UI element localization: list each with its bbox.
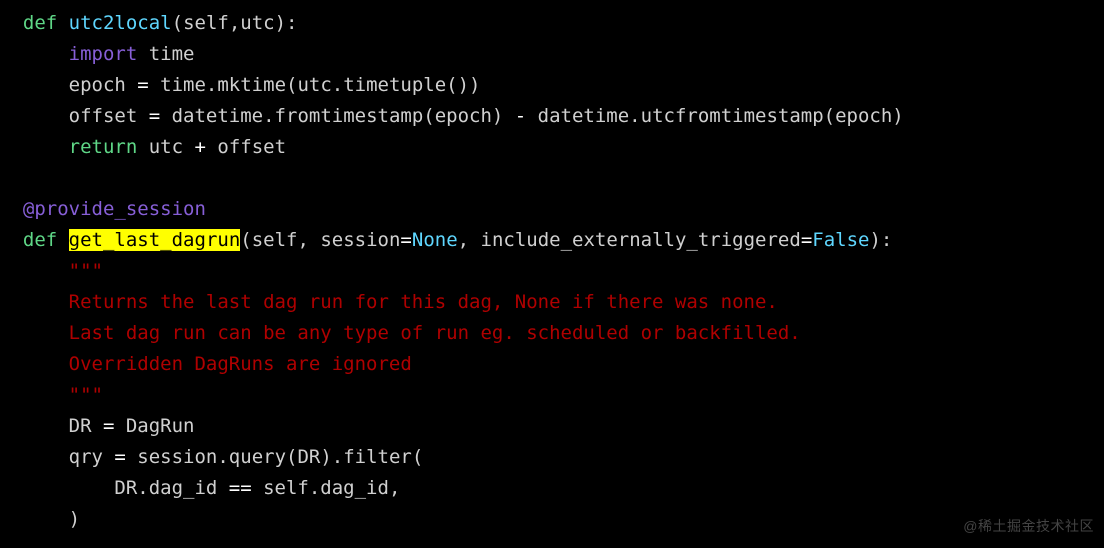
function-name-utc2local: utc2local (69, 12, 172, 34)
operator-eq: = (801, 229, 812, 251)
decorator-provide-session: @provide_session (23, 198, 206, 220)
value-false: False (812, 229, 869, 251)
operator-eq: = (149, 105, 160, 127)
code-text: offset (69, 105, 149, 127)
value-none: None (412, 229, 458, 251)
code-text: epoch (69, 74, 138, 96)
signature: (self,utc): (172, 12, 298, 34)
operator-eq: = (114, 446, 125, 468)
operator-eq: = (137, 74, 148, 96)
code-text: time.mktime(utc.timetuple()) (149, 74, 481, 96)
code-text: DR (69, 415, 103, 437)
keyword-def: def (23, 12, 57, 34)
operator-eqeq: == (229, 477, 252, 499)
operator-minus: - (515, 105, 526, 127)
code-text: utc (137, 136, 194, 158)
docstring-line: Returns the last dag run for this dag, N… (69, 291, 778, 313)
keyword-def: def (23, 229, 57, 251)
code-text: session.query(DR).filter( (126, 446, 423, 468)
docstring-line: Last dag run can be any type of run eg. … (69, 322, 801, 344)
code-text: DagRun (114, 415, 194, 437)
code-text: ): (869, 229, 892, 251)
keyword-return: return (69, 136, 138, 158)
code-text: datetime.fromtimestamp(epoch) (160, 105, 515, 127)
docstring-line: Overridden DagRuns are ignored (69, 353, 412, 375)
operator-plus: + (194, 136, 205, 158)
watermark-text: @稀土掘金技术社区 (963, 511, 1094, 542)
keyword-import: import (69, 43, 138, 65)
code-text: self.dag_id, (252, 477, 401, 499)
operator-eq: = (400, 229, 411, 251)
code-text: offset (206, 136, 286, 158)
code-text: DR.dag_id (114, 477, 228, 499)
code-text: ) (69, 508, 80, 530)
code-text: qry (69, 446, 115, 468)
operator-eq: = (103, 415, 114, 437)
code-text: (self, session (240, 229, 400, 251)
docstring-quote: """ (69, 384, 103, 406)
code-text: datetime.utcfromtimestamp(epoch) (526, 105, 904, 127)
docstring-quote: """ (69, 260, 103, 282)
code-editor: def utc2local(self,utc): import time epo… (0, 0, 1104, 535)
module-time: time (149, 43, 195, 65)
code-text: , include_externally_triggered (458, 229, 801, 251)
function-name-get-last-dagrun-highlighted: get_last_dagrun (69, 229, 241, 251)
